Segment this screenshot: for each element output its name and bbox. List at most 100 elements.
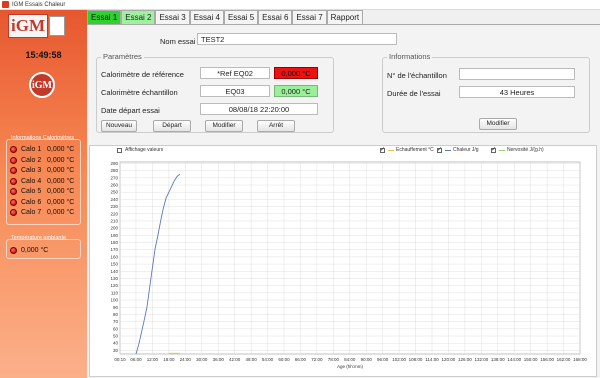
- y-tick-label: 250: [110, 190, 118, 195]
- y-tick-label: 270: [110, 175, 118, 180]
- calo-value: 0,000 °C: [47, 177, 75, 185]
- calo-row: Calo 5 0,000 °C: [10, 186, 74, 197]
- sample-calorimeter-label: Calorimètre échantillon: [101, 88, 178, 97]
- chart-header: Affichage valeurs Echauffement °C Chaleu…: [90, 146, 598, 156]
- y-tick-label: 230: [110, 204, 118, 209]
- reference-calorimeter-select[interactable]: *Ref EQ02: [200, 67, 270, 79]
- test-duration-input[interactable]: 43 Heures: [459, 86, 575, 98]
- calo-row: Calo 7 0,000 °C: [10, 207, 74, 218]
- tab-essai-4[interactable]: Essai 4: [189, 10, 224, 24]
- echauffement-swatch: [388, 150, 394, 151]
- y-tick-label: 110: [111, 290, 119, 295]
- sample-number-input[interactable]: [459, 68, 575, 80]
- chaleur-checkbox[interactable]: [437, 146, 442, 153]
- new-button[interactable]: Nouveau: [101, 120, 137, 132]
- x-tick-label: 00:10: [114, 357, 126, 362]
- echauffement-checkbox[interactable]: [380, 146, 385, 153]
- calo-value: 0,000 °C: [47, 167, 75, 174]
- show-values-label: Affichage valeurs: [125, 147, 164, 153]
- y-tick-label: 210: [110, 218, 118, 223]
- app-icon: [2, 1, 9, 8]
- chart-area: Affichage valeurs Echauffement °C Chaleu…: [89, 145, 597, 377]
- calo-value: 0,000 °C: [47, 156, 75, 164]
- sample-calorimeter-select[interactable]: EQ03: [200, 85, 270, 97]
- calo-value: 0,000 °C: [47, 146, 75, 153]
- tab-rapport[interactable]: Rapport: [326, 10, 364, 24]
- information-title: Informations: [387, 52, 433, 61]
- y-tick-label: 80: [113, 312, 119, 317]
- logo-side-panel: [49, 16, 65, 36]
- chaleur-label: Chaleur J/g: [453, 147, 479, 153]
- tab-essai-5[interactable]: Essai 5: [223, 10, 259, 24]
- x-tick-label: 144:00: [507, 357, 521, 362]
- start-button[interactable]: Départ: [153, 120, 191, 132]
- y-tick-label: 30: [113, 348, 119, 353]
- start-date-label: Date départ essai: [101, 106, 160, 115]
- x-tick-label: 132:00: [474, 357, 488, 362]
- start-date-input[interactable]: 08/08/18 22:20:00: [200, 103, 318, 115]
- calo-label: Calo 5: [21, 188, 42, 195]
- round-logo: iGM: [29, 72, 55, 98]
- y-tick-label: 140: [110, 269, 118, 274]
- sidebar: iGM 15:49:58 iGM Informations Calorimètr…: [0, 10, 87, 378]
- y-tick-label: 240: [110, 197, 118, 202]
- x-tick-label: 48:00: [245, 357, 257, 362]
- company-logo: iGM: [8, 14, 66, 44]
- chaleur-swatch: [445, 150, 451, 151]
- test-tabs: Essai 1 Essai 2 Essai 3 Essai 4 Essai 5 Essai…: [87, 10, 364, 24]
- calo-row: Calo 3 0,000 °C: [10, 165, 74, 176]
- x-tick-label: 90:00: [361, 357, 373, 362]
- calo-value: 0,000 °C: [47, 198, 75, 206]
- x-tick-label: 138:00: [491, 357, 505, 362]
- sample-temp-display: 0,000 °C: [274, 85, 318, 97]
- y-tick-label: 180: [110, 240, 118, 245]
- nervosite-swatch: [499, 150, 505, 151]
- x-tick-label: 102:00: [392, 357, 406, 362]
- calo-label: Calo 2: [21, 156, 42, 164]
- window-title: IGM Essais Chaleur: [12, 1, 66, 8]
- x-tick-label: 24:00: [180, 357, 192, 362]
- plot-frame: [119, 161, 581, 355]
- tab-essai-1[interactable]: Essai 1: [87, 10, 122, 24]
- x-tick-label: 54:00: [262, 357, 274, 362]
- y-tick-label: 290: [110, 161, 118, 166]
- calo-label: Calo 7: [21, 209, 42, 216]
- nervosite-checkbox[interactable]: [491, 146, 496, 153]
- x-tick-label: 168:00: [573, 357, 587, 362]
- tab-essai-3[interactable]: Essai 3: [155, 10, 190, 24]
- y-tick-label: 170: [110, 247, 118, 252]
- window-titlebar: IGM Essais Chaleur: [0, 0, 600, 10]
- x-tick-label: 96:00: [377, 357, 389, 362]
- test-name-label: Nom essai: [160, 37, 196, 46]
- calo-label: Calo 1: [21, 146, 42, 153]
- y-tick-label: 60: [113, 326, 119, 331]
- modify-button[interactable]: Modifier: [205, 120, 243, 132]
- reference-temp-display: 0,000 °C: [274, 67, 318, 79]
- x-tick-label: 06:00: [130, 357, 142, 362]
- show-values-checkbox[interactable]: [117, 148, 122, 153]
- stop-button[interactable]: Arrêt: [257, 120, 295, 132]
- tab-essai-6[interactable]: Essai 6: [258, 10, 293, 24]
- x-tick-label: 78:00: [328, 357, 340, 362]
- calo-row: Calo 6 0,000 °C: [10, 197, 74, 208]
- x-tick-label: 108:00: [409, 357, 423, 362]
- ambient-temp-title: Température ambiante: [11, 235, 67, 241]
- status-led-icon: [10, 247, 17, 254]
- y-tick-label: 260: [110, 183, 118, 188]
- y-tick-label: 40: [113, 341, 119, 346]
- tab-essai-7[interactable]: Essai 7: [292, 10, 327, 24]
- status-led-icon: [10, 146, 17, 153]
- y-tick-label: 200: [110, 226, 118, 231]
- status-led-icon: [10, 188, 17, 195]
- calo-label: Calo 3: [21, 167, 42, 174]
- tab-essai-2[interactable]: Essai 2: [121, 10, 156, 24]
- x-tick-label: 162:00: [557, 357, 571, 362]
- x-tick-label: 12:00: [147, 357, 159, 362]
- calorimeter-info-title: Informations Calorimètres: [11, 135, 74, 141]
- x-tick-label: 120:00: [442, 357, 456, 362]
- test-name-input[interactable]: TEST2: [197, 33, 397, 45]
- info-modify-button[interactable]: Modifier: [479, 118, 517, 130]
- calorimeter-info-group: Informations Calorimètres Calo 1 0,000 °C…: [6, 135, 81, 225]
- y-tick-label: 90: [113, 305, 119, 310]
- calo-label: Calo 6: [21, 198, 42, 206]
